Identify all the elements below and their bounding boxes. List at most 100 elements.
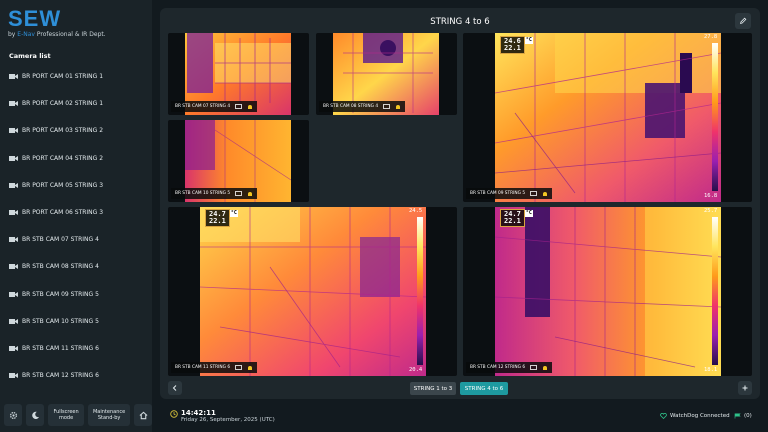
monitor-icon[interactable] bbox=[235, 103, 242, 110]
alarm-icon[interactable] bbox=[247, 191, 253, 197]
temp-unit: °C bbox=[524, 37, 533, 44]
scale-max: 27.8 bbox=[704, 34, 718, 40]
camera-tile[interactable]: 24.7 22.1 °C 25.7 18.1 BR STB CAM 12 STR… bbox=[463, 207, 752, 376]
camera-item[interactable]: BR PORT CAM 01 STRING 1 bbox=[0, 63, 152, 90]
scale-min: 20.4 bbox=[409, 367, 423, 373]
scale-min: 18.1 bbox=[704, 367, 718, 373]
settings-button[interactable] bbox=[4, 404, 22, 426]
sidebar: SEW by E-Nav Professional & IR Dept. Cam… bbox=[0, 0, 152, 432]
camera-item[interactable]: BR PORT CAM 06 STRING 3 bbox=[0, 199, 152, 226]
scale-max: 25.7 bbox=[704, 208, 718, 214]
camera-item[interactable]: BR STB CAM 07 STRING 4 bbox=[0, 226, 152, 253]
monitor-icon[interactable] bbox=[530, 190, 537, 197]
gear-icon bbox=[9, 411, 17, 419]
flag-icon bbox=[734, 413, 741, 419]
monitor-icon[interactable] bbox=[235, 190, 242, 197]
camera-item[interactable]: BR STB CAM 09 STRING 5 bbox=[0, 281, 152, 308]
tagline-brand: E-Nav bbox=[17, 31, 35, 38]
camera-item-label: BR PORT CAM 02 STRING 1 bbox=[22, 100, 104, 108]
page-switcher: STRING 1 to 3 STRING 4 to 6 bbox=[160, 377, 760, 399]
camera-icon bbox=[9, 154, 19, 162]
home-icon bbox=[139, 411, 147, 419]
logo: SEW bbox=[8, 6, 62, 31]
current-time: 14:42:11 bbox=[181, 409, 216, 417]
flag-status[interactable]: (0) bbox=[734, 413, 752, 419]
monitor-icon[interactable] bbox=[235, 364, 242, 371]
camera-item[interactable]: BR STB CAM 08 STRING 4 bbox=[0, 253, 152, 280]
tagline-rest: Professional & IR Dept. bbox=[34, 31, 106, 38]
camera-item-label: BR PORT CAM 01 STRING 1 bbox=[22, 73, 104, 81]
sidebar-toolbar: Fullscreen mode Maintenance Stand-by bbox=[0, 398, 152, 432]
alarm-icon[interactable] bbox=[542, 365, 548, 371]
camera-item[interactable]: BR PORT CAM 03 STRING 2 bbox=[0, 117, 152, 144]
camera-tile[interactable]: BR STB CAM 07 STRING 4 bbox=[168, 33, 309, 115]
app-root: SEW by E-Nav Professional & IR Dept. Cam… bbox=[0, 0, 768, 432]
tab-string-4-to-6[interactable]: STRING 4 to 6 bbox=[460, 382, 508, 395]
fullscreen-button[interactable]: Fullscreen mode bbox=[48, 404, 85, 426]
add-page-button[interactable] bbox=[738, 381, 752, 395]
camera-icon bbox=[9, 344, 19, 352]
camera-tile[interactable]: 24.6 22.1 °C 27.8 16.8 BR STB CAM 09 STR… bbox=[463, 33, 752, 202]
color-scale bbox=[712, 43, 718, 191]
monitor-icon[interactable] bbox=[383, 103, 390, 110]
tile-label: BR STB CAM 08 STRING 4 bbox=[323, 104, 379, 109]
camera-item[interactable]: BR PORT CAM 05 STRING 3 bbox=[0, 172, 152, 199]
camera-item[interactable]: BR STB CAM 10 STRING 5 bbox=[0, 308, 152, 335]
scale-max: 24.5 bbox=[409, 208, 423, 214]
camera-icon bbox=[9, 127, 19, 135]
heart-icon bbox=[660, 413, 667, 419]
tile-label-bar: BR STB CAM 07 STRING 4 bbox=[171, 101, 258, 112]
camera-icon bbox=[9, 290, 19, 298]
tile-label-bar: BR STB CAM 09 STRING 5 bbox=[466, 188, 553, 199]
tile-label: BR STB CAM 09 STRING 5 bbox=[470, 191, 526, 196]
camera-item-label: BR STB CAM 09 STRING 5 bbox=[22, 290, 99, 298]
camera-icon bbox=[9, 100, 19, 108]
camera-tile[interactable]: BR STB CAM 08 STRING 4 bbox=[316, 33, 457, 115]
alarm-icon[interactable] bbox=[395, 104, 401, 110]
temperature-readout: 24.6 22.1 °C bbox=[500, 36, 533, 54]
tile-label-bar: BR STB CAM 10 STRING 5 bbox=[171, 188, 258, 199]
camera-list-title: Camera list bbox=[9, 52, 51, 60]
chevron-left-icon bbox=[172, 385, 177, 391]
camera-tile[interactable]: BR STB CAM 10 STRING 5 bbox=[168, 120, 309, 202]
maintenance-button[interactable]: Maintenance Stand-by bbox=[88, 404, 130, 426]
tile-label-bar: BR STB CAM 11 STRING 6 bbox=[171, 362, 258, 373]
moon-icon bbox=[31, 411, 39, 419]
color-scale bbox=[417, 217, 423, 365]
camera-item[interactable]: BR PORT CAM 02 STRING 1 bbox=[0, 90, 152, 117]
tagline-by: by bbox=[8, 31, 18, 38]
alarm-icon[interactable] bbox=[247, 365, 253, 371]
camera-item-label: BR PORT CAM 05 STRING 3 bbox=[22, 181, 104, 189]
monitor-icon[interactable] bbox=[530, 364, 537, 371]
temp-unit: °C bbox=[229, 210, 238, 217]
alarm-icon[interactable] bbox=[542, 191, 548, 197]
temperature-readout: 24.7 22.1 °C bbox=[500, 209, 533, 227]
temperature-readout: 24.7 22.1 °C bbox=[205, 209, 238, 227]
min-temp: 22.1 bbox=[504, 44, 521, 52]
camera-icon bbox=[9, 263, 19, 271]
camera-tile[interactable]: 24.7 22.1 °C 24.5 20.4 BR STB CAM 11 STR… bbox=[168, 207, 457, 376]
camera-item[interactable]: BR STB CAM 11 STRING 6 bbox=[0, 335, 152, 362]
camera-item-label: BR PORT CAM 06 STRING 3 bbox=[22, 209, 104, 217]
min-temp: 22.1 bbox=[209, 217, 226, 225]
plus-icon bbox=[742, 385, 748, 391]
edit-button[interactable] bbox=[735, 13, 751, 29]
camera-icon bbox=[9, 317, 19, 325]
camera-item-label: BR PORT CAM 03 STRING 2 bbox=[22, 127, 104, 135]
camera-icon bbox=[9, 372, 19, 380]
tagline: by E-Nav Professional & IR Dept. bbox=[8, 31, 106, 38]
alarm-icon[interactable] bbox=[247, 104, 253, 110]
tab-string-1-to-3[interactable]: STRING 1 to 3 bbox=[410, 382, 456, 395]
camera-item[interactable]: BR PORT CAM 04 STRING 2 bbox=[0, 145, 152, 172]
night-mode-button[interactable] bbox=[26, 404, 44, 426]
clock-icon bbox=[170, 410, 178, 418]
pencil-icon bbox=[740, 17, 747, 24]
camera-icon bbox=[9, 181, 19, 189]
camera-item[interactable]: BR STB CAM 12 STRING 6 bbox=[0, 362, 152, 389]
thermal-image bbox=[200, 207, 426, 376]
min-temp: 22.1 bbox=[504, 217, 521, 225]
page-title: STRING 4 to 6 bbox=[430, 17, 490, 27]
camera-item-label: BR STB CAM 08 STRING 4 bbox=[22, 263, 99, 271]
home-button[interactable] bbox=[134, 404, 152, 426]
previous-page-button[interactable] bbox=[168, 381, 182, 395]
